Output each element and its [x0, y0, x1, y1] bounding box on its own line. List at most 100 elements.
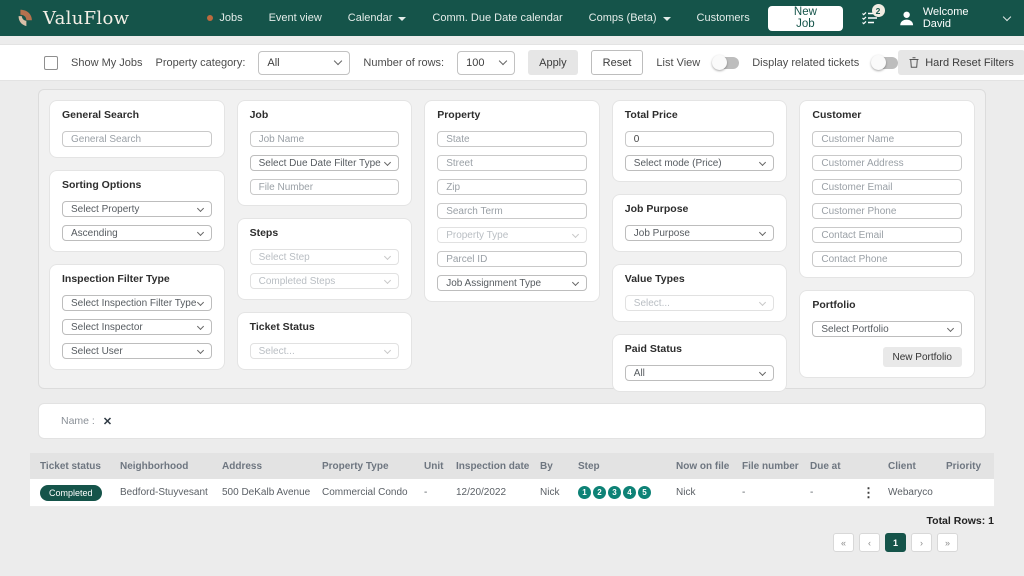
- property-category-label: Property category:: [155, 56, 246, 69]
- filter-column-4: Total Price Select mode (Price) Job Purp…: [611, 100, 788, 392]
- header-neighborhood: Neighborhood: [120, 460, 189, 472]
- pagination-next-button[interactable]: ›: [911, 533, 932, 552]
- nav-customers[interactable]: Customers: [697, 12, 750, 24]
- file-number-input[interactable]: [249, 179, 400, 195]
- remove-filter-icon[interactable]: ✕: [103, 415, 112, 428]
- step-5-badge[interactable]: 5: [638, 486, 651, 499]
- trash-icon: [909, 57, 919, 68]
- value-types-select[interactable]: Select...: [624, 295, 775, 311]
- chevron-down-icon: [196, 346, 204, 354]
- portfolio-button-row: New Portfolio: [812, 347, 962, 367]
- sort-direction-select[interactable]: Ascending: [62, 225, 212, 241]
- nav-event-view[interactable]: Event view: [269, 12, 322, 24]
- hard-reset-filters-button[interactable]: Hard Reset Filters: [898, 50, 1024, 75]
- property-card: Property Property Type Job Assignment Ty…: [424, 100, 600, 302]
- inspector-select[interactable]: Select Inspector: [62, 319, 212, 335]
- pagination-last-button[interactable]: »: [937, 533, 958, 552]
- steps-card: Steps Select Step Completed Steps: [236, 218, 413, 300]
- show-my-jobs-checkbox[interactable]: [44, 55, 58, 70]
- pagination-first-button[interactable]: «: [833, 533, 854, 552]
- paid-status-select[interactable]: All: [624, 365, 775, 381]
- new-job-button[interactable]: New Job: [767, 5, 844, 31]
- step-1-badge[interactable]: 1: [578, 486, 591, 499]
- chevron-down-icon: [946, 324, 955, 332]
- job-name-input[interactable]: [249, 131, 400, 147]
- total-price-input[interactable]: [624, 131, 775, 147]
- brand[interactable]: ValuFlow: [14, 7, 129, 29]
- paid-status-value: All: [633, 367, 645, 379]
- completed-steps-value: Completed Steps: [258, 275, 336, 287]
- active-nav-dot-icon: [207, 15, 214, 21]
- chevron-down-icon: [759, 368, 767, 376]
- value-types-title: Value Types: [624, 273, 685, 285]
- general-search-input[interactable]: [62, 131, 212, 147]
- state-input[interactable]: [437, 131, 587, 147]
- step-3-badge[interactable]: 3: [608, 486, 621, 499]
- pagination-prev-button[interactable]: ‹: [859, 533, 880, 552]
- customer-name-input[interactable]: [812, 131, 962, 147]
- contact-email-input[interactable]: [812, 227, 962, 243]
- display-related-tickets-toggle[interactable]: [871, 54, 899, 70]
- pagination-page-1-button[interactable]: 1: [885, 533, 906, 552]
- list-view-toggle[interactable]: [712, 54, 740, 70]
- customer-title: Customer: [812, 109, 862, 121]
- inspection-filter-type-select[interactable]: Select Inspection Filter Type: [62, 295, 212, 311]
- nav-calendar[interactable]: Calendar: [348, 12, 407, 24]
- nav-comps-beta[interactable]: Comps (Beta): [589, 12, 671, 24]
- contact-phone-input[interactable]: [812, 251, 962, 267]
- customer-address-input[interactable]: [812, 155, 962, 171]
- tasks-notification-button[interactable]: 2: [859, 4, 885, 29]
- chevron-down-icon: [571, 278, 579, 286]
- nav-jobs-label: Jobs: [219, 12, 243, 24]
- user-select[interactable]: Select User: [62, 343, 212, 359]
- step-4-badge[interactable]: 4: [623, 486, 636, 499]
- reset-button[interactable]: Reset: [590, 50, 644, 75]
- sort-direction-value: Ascending: [71, 227, 118, 239]
- show-my-jobs-label: Show My Jobs: [71, 56, 143, 69]
- customer-email-input[interactable]: [812, 179, 962, 195]
- new-portfolio-button[interactable]: New Portfolio: [882, 347, 962, 367]
- customer-phone-input[interactable]: [812, 203, 962, 219]
- chevron-down-icon: [1002, 12, 1012, 21]
- step-value: Select Step: [258, 251, 310, 263]
- table-row[interactable]: Completed Bedford-Stuyvesant 500 DeKalb …: [30, 479, 994, 507]
- apply-button[interactable]: Apply: [528, 50, 578, 75]
- chevron-down-icon: [759, 298, 767, 306]
- step-select[interactable]: Select Step: [249, 249, 400, 265]
- nav-jobs[interactable]: Jobs: [207, 12, 243, 24]
- sorting-options-title: Sorting Options: [62, 179, 142, 191]
- property-category-value: All: [267, 56, 280, 69]
- ticket-status-select[interactable]: Select...: [249, 343, 400, 359]
- filter-column-2: Job Select Due Date Filter Type Steps Se…: [236, 100, 413, 378]
- chevron-down-icon: [196, 204, 204, 212]
- search-term-input[interactable]: [437, 203, 587, 219]
- ticket-status-title: Ticket Status: [249, 321, 315, 333]
- property-type-select[interactable]: Property Type: [437, 227, 587, 243]
- cell-now-on-file: Nick: [676, 487, 696, 498]
- job-purpose-value: Job Purpose: [633, 227, 690, 239]
- price-mode-select[interactable]: Select mode (Price): [624, 155, 775, 171]
- customer-card: Customer: [799, 100, 975, 278]
- zip-input[interactable]: [437, 179, 587, 195]
- steps-title: Steps: [249, 227, 279, 239]
- job-purpose-select[interactable]: Job Purpose: [624, 225, 775, 241]
- user-menu[interactable]: Welcome David: [897, 6, 1012, 30]
- step-2-badge[interactable]: 2: [593, 486, 606, 499]
- paid-status-title: Paid Status: [624, 343, 682, 355]
- parcel-id-input[interactable]: [437, 251, 587, 267]
- header-file-number: File number: [742, 460, 799, 472]
- property-category-select[interactable]: All: [258, 50, 351, 75]
- street-input[interactable]: [437, 155, 587, 171]
- row-actions-kebab-icon[interactable]: ⋮: [862, 485, 875, 501]
- chevron-down-icon: [384, 276, 392, 284]
- job-assignment-type-select[interactable]: Job Assignment Type: [437, 275, 587, 291]
- number-of-rows-select[interactable]: 100: [457, 50, 516, 75]
- due-date-filter-type-select[interactable]: Select Due Date Filter Type: [249, 155, 400, 171]
- completed-steps-select[interactable]: Completed Steps: [249, 273, 400, 289]
- top-navigation-bar: ValuFlow Jobs Event view Calendar Comm. …: [0, 0, 1024, 36]
- total-rows-label: Total Rows: 1: [926, 515, 994, 527]
- nav-comm-due-date-calendar[interactable]: Comm. Due Date calendar: [432, 12, 562, 24]
- total-price-title: Total Price: [624, 109, 678, 121]
- sort-property-select[interactable]: Select Property: [62, 201, 212, 217]
- portfolio-select[interactable]: Select Portfolio: [812, 321, 962, 337]
